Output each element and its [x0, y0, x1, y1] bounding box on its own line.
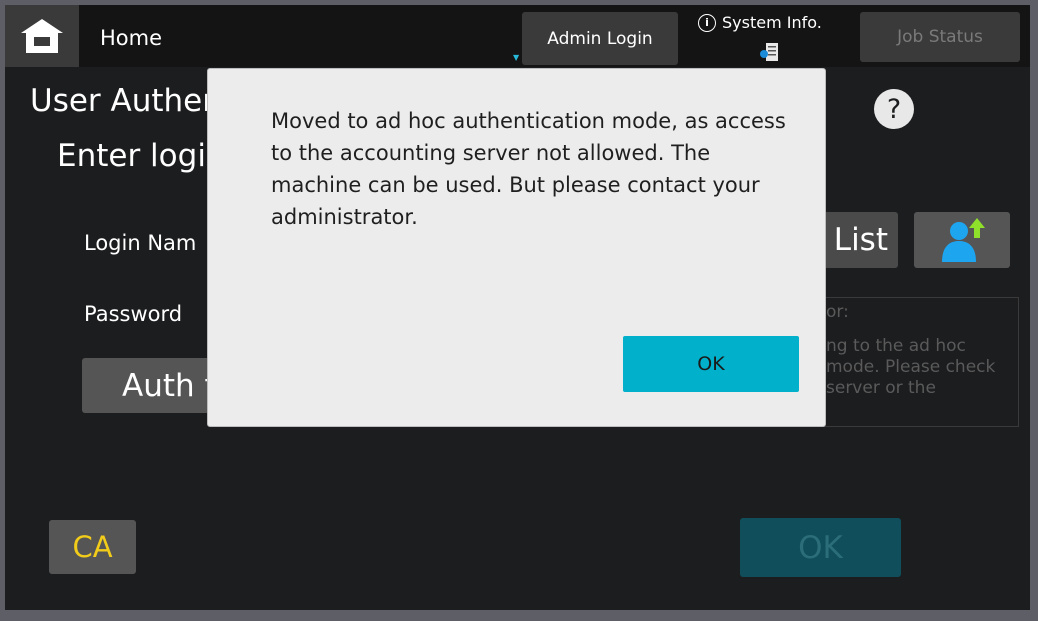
- device-icon: [760, 43, 778, 61]
- error-body: ng to the ad hoc mode. Please check serv…: [826, 336, 996, 398]
- help-icon: ?: [886, 93, 902, 125]
- admin-login-button[interactable]: Admin Login: [522, 12, 678, 65]
- home-label: Home: [100, 26, 163, 50]
- login-name-label: Login Nam: [84, 231, 197, 255]
- top-bar: Home ▼ Admin Login i System Info. Job St…: [5, 5, 1030, 67]
- system-info-label: System Info.: [722, 13, 822, 32]
- home-button[interactable]: [5, 5, 79, 67]
- dialog-message: Moved to ad hoc authentication mode, as …: [271, 109, 786, 229]
- page-subtitle: Enter logi: [57, 138, 206, 174]
- chevron-down-icon[interactable]: ▼: [513, 53, 519, 62]
- job-status-button[interactable]: Job Status: [860, 12, 1020, 62]
- page-title: User Authen: [30, 83, 222, 119]
- clear-all-button[interactable]: CA: [49, 520, 136, 574]
- error-heading: or:: [826, 302, 849, 322]
- user-list-icon: [942, 218, 985, 262]
- dialog-ok-button[interactable]: OK: [623, 336, 799, 392]
- alert-dialog: Moved to ad hoc authentication mode, as …: [207, 68, 826, 427]
- home-icon: [21, 19, 63, 53]
- background-ok-button[interactable]: OK: [740, 518, 901, 577]
- password-label: Password: [84, 302, 183, 326]
- help-button[interactable]: ?: [874, 89, 914, 129]
- info-icon: i: [698, 13, 716, 32]
- system-info-button[interactable]: i System Info.: [698, 13, 822, 32]
- user-select-button[interactable]: [914, 212, 1010, 268]
